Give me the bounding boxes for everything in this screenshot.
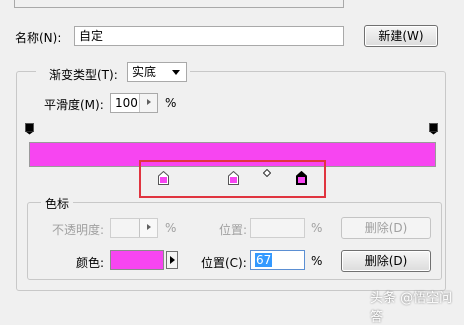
gradient-type-label: 渐变类型(T):: [49, 68, 118, 82]
opacity-location-label: 位置:: [219, 223, 248, 237]
opacity-stop-left-icon[interactable]: [25, 123, 34, 135]
opacity-label: 不透明度:: [52, 223, 105, 237]
color-swatch[interactable]: [110, 250, 164, 270]
new-button[interactable]: 新建(W): [364, 25, 438, 47]
opacity-stop-right-icon[interactable]: [429, 123, 438, 135]
watermark-text: 头条 @悟空问答: [370, 291, 453, 325]
location-input[interactable]: 67: [250, 250, 305, 270]
delete-color-button[interactable]: 删除(D): [341, 250, 431, 272]
opacity-location-unit: %: [311, 221, 323, 235]
location-unit: %: [311, 254, 323, 268]
midpoint-diamond-icon[interactable]: [263, 169, 271, 177]
smoothness-unit: %: [165, 96, 177, 110]
color-stops-title: 色标: [41, 195, 74, 212]
smoothness-label: 平滑度(M):: [44, 98, 104, 112]
color-stop-marker-icon[interactable]: [158, 171, 169, 185]
gradient-type-value: 实底: [132, 65, 157, 79]
color-stop-marker-icon[interactable]: [228, 171, 239, 185]
top-panel-edge: [14, 0, 344, 8]
opacity-unit: %: [165, 221, 177, 235]
chevron-down-icon: [172, 70, 180, 75]
location-label: 位置(C):: [201, 256, 247, 270]
color-stop-marker-selected-icon[interactable]: [296, 171, 307, 185]
smoothness-value: 100: [115, 96, 138, 110]
color-label: 颜色:: [76, 256, 105, 270]
slider-arrow-icon[interactable]: [139, 94, 157, 112]
name-input-value: 自定: [79, 29, 104, 43]
slider-arrow-icon: [139, 219, 157, 237]
gradient-type-select[interactable]: 实底: [127, 62, 187, 82]
opacity-location-input: [250, 218, 305, 238]
location-value: 67: [255, 253, 273, 267]
name-input[interactable]: 自定: [74, 26, 344, 46]
smoothness-input[interactable]: 100: [110, 93, 158, 113]
color-menu-arrow-icon[interactable]: [166, 251, 178, 269]
delete-opacity-button: 删除(D): [341, 217, 431, 239]
opacity-input: [110, 218, 158, 238]
name-label: 名称(N):: [15, 31, 62, 45]
